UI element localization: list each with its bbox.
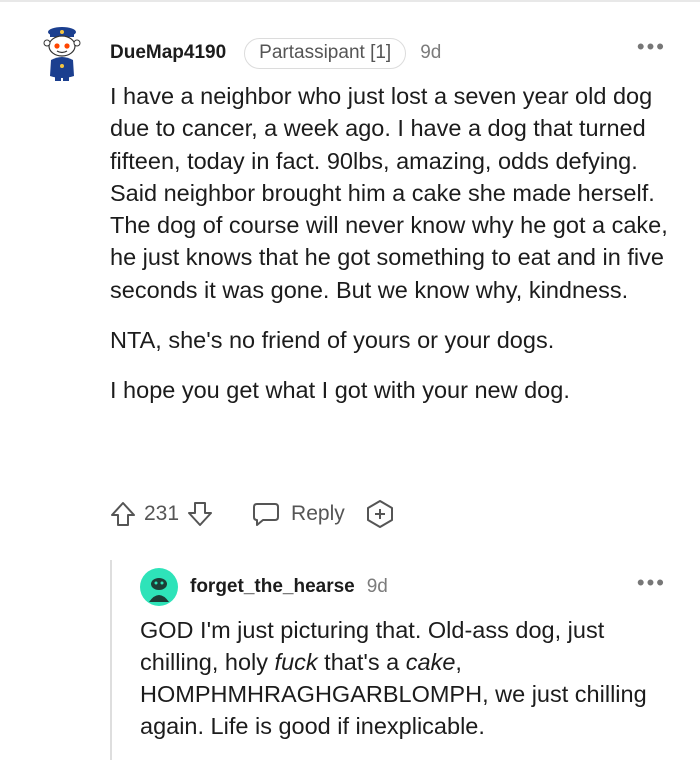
more-options-icon[interactable]: ••• — [637, 572, 666, 594]
vote-score: 231 — [144, 502, 180, 525]
reply-button[interactable]: Reply — [251, 499, 345, 529]
downvote-icon[interactable] — [185, 499, 215, 529]
reply-text: that's a — [317, 649, 406, 675]
username[interactable]: forget_the_hearse — [190, 576, 355, 598]
reply-bubble-icon — [251, 499, 281, 529]
thread-line[interactable] — [110, 560, 112, 760]
reply-body: GOD I'm just picturing that. Old-ass dog… — [140, 614, 680, 742]
upvote-icon[interactable] — [108, 499, 138, 529]
comment-paragraph: NTA, she's no friend of yours or your do… — [110, 327, 555, 354]
avatar[interactable] — [140, 568, 178, 606]
comment-body: I have a neighbor who just lost a seven … — [110, 80, 680, 407]
comment-meta: DueMap4190 Partassipant [1] 9d — [110, 37, 442, 69]
user-flair: Partassipant [1] — [244, 37, 407, 69]
comment-age: 9d — [366, 576, 388, 597]
comment-paragraph: I have a neighbor who just lost a seven … — [110, 83, 668, 303]
comment-age: 9d — [420, 42, 442, 63]
comment-paragraph: I hope you get what I got with your new … — [110, 377, 570, 404]
reply-meta: forget_the_hearse 9d — [190, 572, 388, 602]
award-plus-icon[interactable] — [365, 499, 395, 529]
reply-text-italic: cake — [405, 649, 456, 675]
username[interactable]: DueMap4190 — [110, 42, 226, 64]
top-divider — [0, 0, 700, 2]
snoo-police-avatar-icon — [43, 27, 81, 81]
more-options-icon[interactable]: ••• — [637, 36, 666, 58]
avatar[interactable] — [38, 26, 86, 82]
comment-actions: 231 Reply — [108, 496, 395, 532]
reply-label: Reply — [291, 502, 345, 525]
snoo-avatar-icon — [140, 568, 178, 606]
reply-text-italic: fuck — [274, 649, 318, 675]
